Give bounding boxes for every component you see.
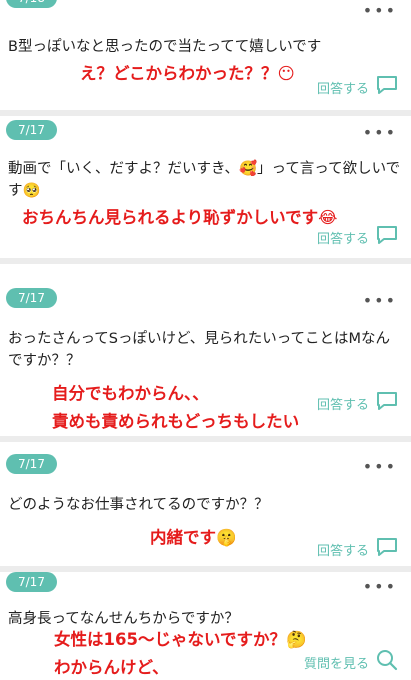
answer-text: おちんちん見られるより恥ずかしいです😂	[22, 204, 337, 232]
answer-line: わからんけど、	[54, 658, 169, 677]
question-text: B型っぽいなと思ったので当たってて嬉しいです	[8, 39, 322, 55]
date-badge: 7/17	[6, 454, 57, 474]
more-options-icon[interactable]: •••	[363, 125, 397, 141]
answer-line: 内緒です🤫	[150, 528, 237, 547]
more-options-icon[interactable]: •••	[363, 459, 397, 475]
answer-text: 内緒です🤫	[150, 524, 237, 552]
answer-button-label: 回答する	[316, 543, 369, 559]
speech-bubble-icon	[375, 224, 399, 250]
answer-line: おちんちん見られるより恥ずかしいです😂	[22, 208, 338, 227]
date-badge: 7/18	[6, 0, 57, 8]
answer-button[interactable]: 回答する	[317, 224, 399, 250]
question-card: 7/17 ••• どのようなお仕事されてるのですか？？ 内緒です🤫 回答する	[0, 442, 411, 568]
view-question-button[interactable]: 質問を見る	[304, 648, 399, 676]
question-text: おったさんってSっぽいけど、見られたいってことはMなんですか？？	[8, 331, 391, 369]
answer-button[interactable]: 回答する	[317, 536, 399, 562]
answer-text: 自分でもわからん、、 責めも責められもどっちもしたい	[52, 380, 299, 436]
question-text: 動画で「いく、だすよ？だいすき、🥰」って言って欲しいです🥺	[8, 161, 401, 199]
speech-bubble-icon	[375, 536, 399, 562]
answer-button-label: 回答する	[316, 231, 369, 247]
speech-bubble-icon	[375, 74, 399, 100]
date-badge: 7/17	[6, 288, 57, 308]
view-question-label: 質問を見る	[303, 656, 369, 672]
answer-button-label: 回答する	[316, 397, 369, 413]
answer-line: 女性は165〜じゃないですか？🤔	[54, 630, 307, 649]
answer-button[interactable]: 回答する	[317, 390, 399, 416]
more-options-icon[interactable]: •••	[363, 579, 397, 595]
answer-line: 自分でもわからん、、	[52, 384, 209, 403]
more-options-icon[interactable]: •••	[363, 293, 397, 309]
date-badge: 7/17	[6, 572, 57, 592]
question-card: 7/17 ••• 動画で「いく、だすよ？だいすき、🥰」って言って欲しいです🥺 お…	[0, 116, 411, 258]
question-card: 7/18 ••• B型っぽいなと思ったので当たってて嬉しいです え？どこからわか…	[0, 0, 411, 106]
date-badge: 7/17	[6, 120, 57, 140]
answer-text: 女性は165〜じゃないですか？🤔 わからんけど、	[54, 626, 307, 680]
question-card: 7/17 ••• 高身長ってなんせんちからですか？ 女性は165〜じゃないですか…	[0, 572, 411, 680]
question-feed: 7/18 ••• B型っぽいなと思ったので当たってて嬉しいです え？どこからわか…	[0, 0, 411, 680]
answer-line: え？どこからわかった？？😶	[80, 64, 295, 83]
search-icon	[375, 648, 399, 676]
more-options-icon[interactable]: •••	[363, 3, 397, 19]
answer-button[interactable]: 回答する	[317, 74, 399, 100]
answer-text: え？どこからわかった？？😶	[80, 60, 295, 88]
speech-bubble-icon	[375, 390, 399, 416]
question-card: 7/17 ••• おったさんってSっぽいけど、見られたいってことはMなんですか？…	[0, 264, 411, 436]
question-text: どのようなお仕事されてるのですか？？	[8, 497, 269, 513]
answer-button-label: 回答する	[316, 81, 369, 97]
answer-line: 責めも責められもどっちもしたい	[52, 412, 300, 431]
